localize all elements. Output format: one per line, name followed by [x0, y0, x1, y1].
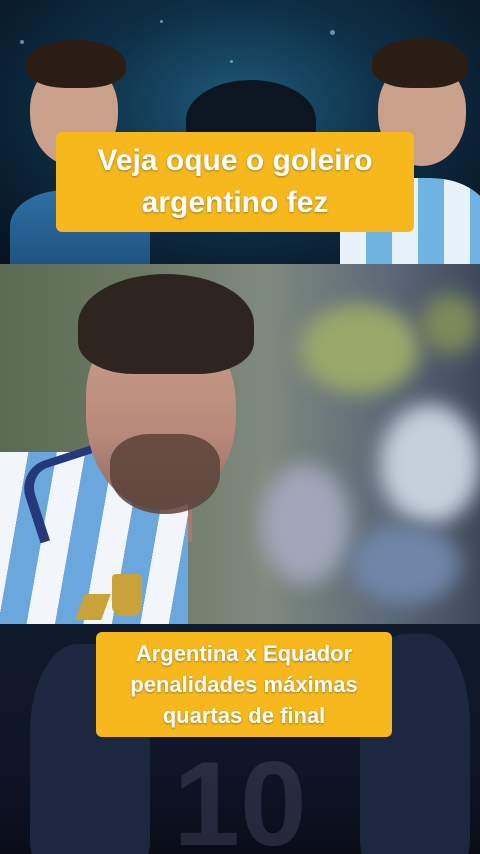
- bottom-caption-line-2: penalidades máximas: [130, 672, 358, 697]
- top-caption-line-1: Veja oque o goleiro: [97, 144, 373, 177]
- crowd-blur: [350, 524, 460, 604]
- top-caption-line-2: argentino fez: [141, 186, 329, 219]
- bottom-caption: Argentina x Equador penalidades máximas …: [96, 632, 392, 737]
- crowd-blur: [420, 294, 480, 354]
- sparkle-decoration: [330, 30, 335, 35]
- sparkle-decoration: [230, 60, 233, 63]
- jersey-number-decoration: 10: [173, 737, 307, 854]
- bottom-caption-line-1: Argentina x Equador: [135, 641, 353, 666]
- crowd-blur: [260, 464, 350, 584]
- crest-icon: [112, 574, 142, 616]
- top-image-panel: Veja oque o goleiro argentino fez: [0, 0, 480, 264]
- crowd-blur: [300, 304, 420, 394]
- sparkle-decoration: [160, 20, 163, 23]
- sparkle-decoration: [20, 40, 24, 44]
- bottom-caption-line-3: quartas de final: [162, 703, 326, 728]
- bottom-image-panel: 10 Argentina x Equador penalidades máxim…: [0, 624, 480, 854]
- middle-photo-panel: [0, 264, 480, 624]
- crowd-blur: [380, 404, 480, 524]
- top-caption: Veja oque o goleiro argentino fez: [56, 132, 414, 232]
